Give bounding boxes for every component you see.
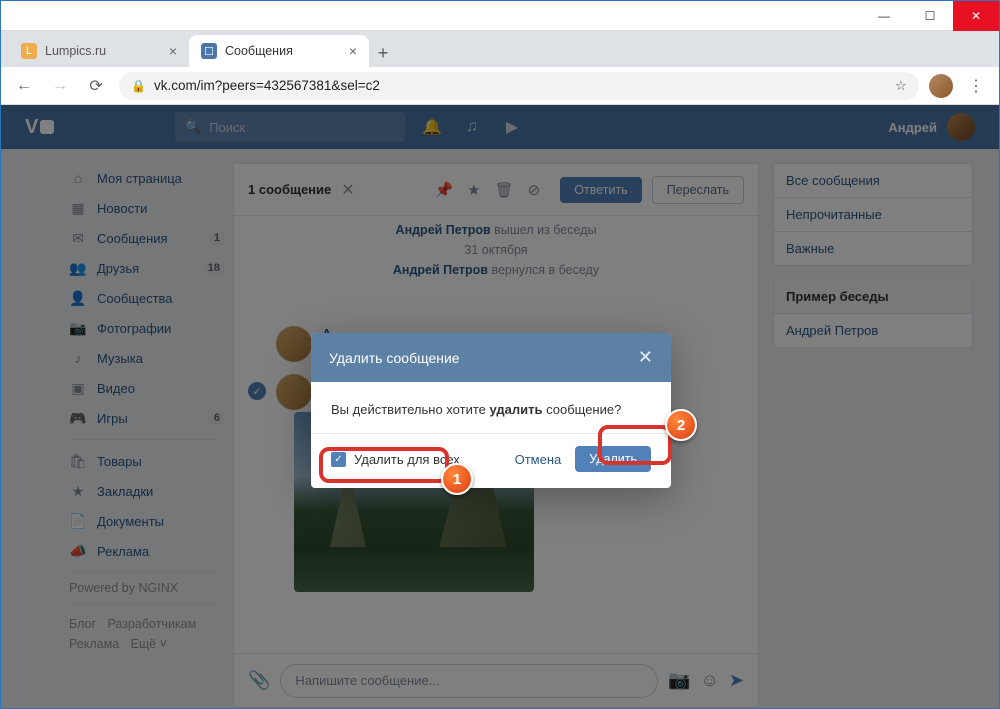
profile-avatar-icon[interactable] [929, 74, 953, 98]
nav-back-button[interactable]: ← [11, 73, 37, 99]
nav-reload-button[interactable]: ⟳ [83, 73, 109, 99]
modal-text: сообщение? [542, 402, 621, 417]
browser-tab-lumpics[interactable]: L Lumpics.ru × [9, 35, 189, 67]
tab-title: Сообщения [225, 44, 293, 58]
window-close-button[interactable]: ✕ [953, 1, 999, 31]
lock-icon: 🔒 [131, 79, 146, 93]
tab-close-icon[interactable]: × [169, 43, 177, 59]
annotation-callout-2: 2 [665, 409, 697, 441]
browser-tabstrip: L Lumpics.ru × ☐ Сообщения × + [1, 31, 999, 67]
favicon-icon: L [21, 43, 37, 59]
modal-close-icon[interactable]: ✕ [638, 347, 653, 368]
cancel-button[interactable]: Отмена [515, 452, 562, 467]
annotation-highlight-2 [598, 425, 672, 465]
modal-text-strong: удалить [489, 402, 542, 417]
modal-title: Удалить сообщение [329, 350, 460, 366]
new-tab-button[interactable]: + [369, 39, 397, 67]
favicon-icon: ☐ [201, 43, 217, 59]
nav-forward-button[interactable]: → [47, 73, 73, 99]
star-icon[interactable]: ☆ [895, 78, 907, 94]
tab-close-icon[interactable]: × [349, 43, 357, 59]
address-field[interactable]: 🔒 vk.com/im?peers=432567381&sel=c2 ☆ [119, 72, 919, 100]
window-maximize-button[interactable]: ☐ [907, 1, 953, 31]
modal-header: Удалить сообщение ✕ [311, 333, 671, 382]
browser-tab-messages[interactable]: ☐ Сообщения × [189, 35, 369, 67]
tab-title: Lumpics.ru [45, 44, 106, 58]
browser-window: — ☐ ✕ L Lumpics.ru × ☐ Сообщения × + ← →… [0, 0, 1000, 709]
page-content: V 🔍 Поиск 🔔 ♫ ▶ Андрей ⌂Моя страница ▦Но… [1, 105, 999, 708]
window-titlebar: — ☐ ✕ [1, 1, 999, 31]
window-minimize-button[interactable]: — [861, 1, 907, 31]
modal-text: Вы действительно хотите [331, 402, 489, 417]
browser-address-bar: ← → ⟳ 🔒 vk.com/im?peers=432567381&sel=c2… [1, 67, 999, 105]
url-text: vk.com/im?peers=432567381&sel=c2 [154, 78, 380, 93]
annotation-highlight-1 [319, 447, 449, 483]
browser-menu-button[interactable]: ⋮ [963, 73, 989, 99]
annotation-callout-1: 1 [441, 463, 473, 495]
